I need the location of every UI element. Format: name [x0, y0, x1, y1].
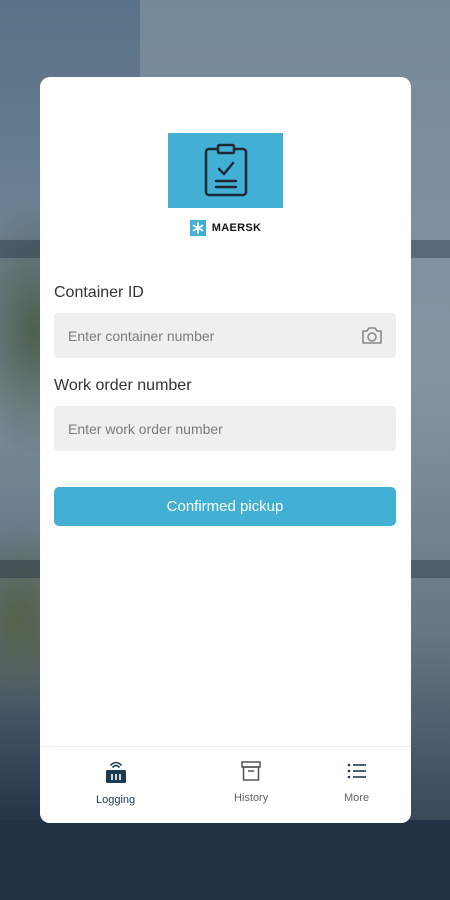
camera-icon[interactable] — [360, 324, 384, 348]
clipboard-check-icon — [168, 133, 283, 208]
bottom-nav: Logging History More — [40, 746, 411, 823]
nav-label-logging: Logging — [96, 794, 136, 806]
nav-item-history[interactable]: History — [234, 759, 268, 804]
main-card: MAERSK Container ID Work order number Co… — [40, 77, 411, 823]
work-order-input[interactable] — [54, 406, 396, 451]
star-icon — [189, 219, 206, 236]
logging-icon — [103, 759, 129, 788]
brand-wordmark: MAERSK — [168, 208, 283, 247]
nav-item-logging[interactable]: Logging — [96, 759, 135, 806]
brand-name: MAERSK — [211, 221, 262, 234]
confirmed-pickup-label: Confirmed pickup — [166, 498, 284, 515]
menu-list-icon — [345, 759, 369, 786]
container-id-input[interactable] — [54, 313, 396, 358]
background-ground — [0, 820, 450, 900]
nav-label-history: History — [234, 792, 269, 804]
app-logo: MAERSK — [168, 133, 283, 247]
nav-item-more[interactable]: More — [344, 759, 369, 804]
container-id-label: Container ID — [54, 284, 144, 301]
history-icon — [239, 759, 263, 786]
confirmed-pickup-button[interactable]: Confirmed pickup — [54, 487, 396, 526]
nav-label-more: More — [344, 792, 370, 804]
work-order-label: Work order number — [54, 377, 192, 394]
